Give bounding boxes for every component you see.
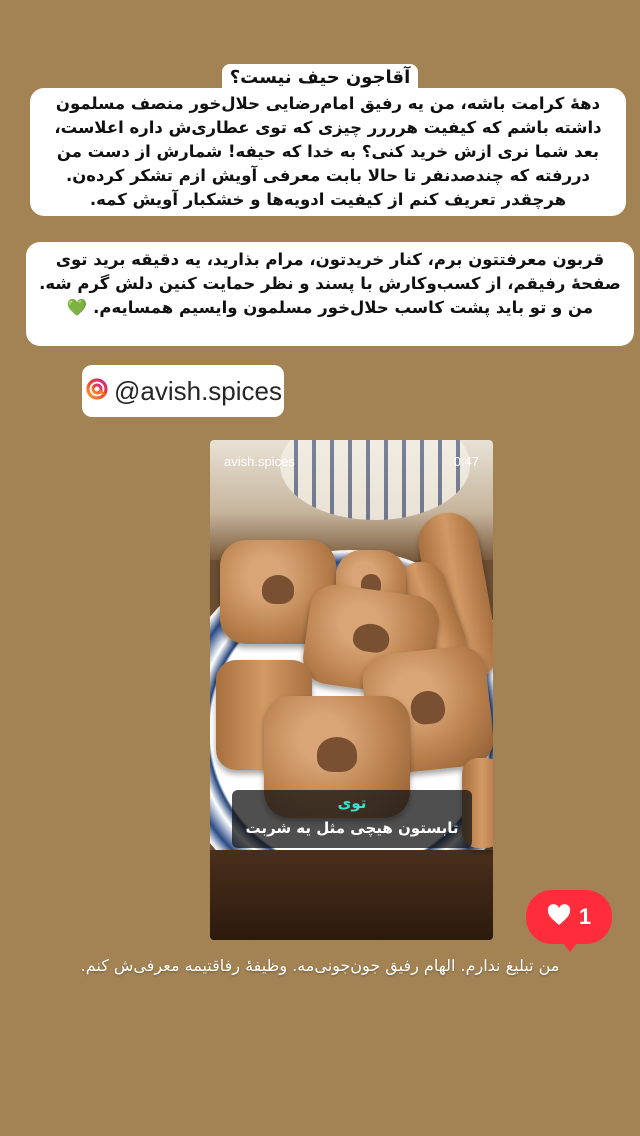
board-image xyxy=(210,850,493,940)
story-text-line: داشته باشم که کیفیت هرررر چیزی که توی عط… xyxy=(54,118,602,137)
mention-sticker[interactable]: @avish.spices xyxy=(82,365,284,417)
video-caption-line-1: توی xyxy=(337,794,367,812)
story-text-line: دررفته که چندصدنفر تا حالا بابت معرفی آو… xyxy=(65,166,591,185)
video-caption: توی تابستون هیچی مثل یه شربت xyxy=(232,790,472,848)
story-text-line: صفحۀ رفیقم، از کسب‌وکارش با پسند و نظر ح… xyxy=(39,274,621,293)
story-text-line: من و تو باید پشت کاسب حلال‌خور مسلمون وا… xyxy=(66,298,594,317)
threads-icon xyxy=(84,376,110,406)
video-duration: 0:47 xyxy=(453,454,479,469)
story-text-line: قربون معرفتتون برم، کنار خریدتون، مرام ب… xyxy=(55,250,605,269)
story-text-line: هرچقدر تعریف کنم از کیفیت ادویه‌ها و خشک… xyxy=(89,190,567,209)
like-count: 1 xyxy=(578,904,592,929)
story-text-block-1: دهۀ کرامت باشه، من یه رفیق امام‌رضایی حل… xyxy=(30,88,626,216)
reel-video-preview[interactable]: avish.spices 0:47 توی تابستون هیچی مثل ی… xyxy=(210,440,493,940)
story-text-line: دهۀ کرامت باشه، من یه رفیق امام‌رضایی حل… xyxy=(55,94,601,113)
story-text-block-2: قربون معرفتتون برم، کنار خریدتون، مرام ب… xyxy=(26,242,634,346)
video-caption-line-2: تابستون هیچی مثل یه شربت xyxy=(245,819,459,837)
footer-note: من تبلیغ ندارم. الهام رفیق جون‌جونی‌مه. … xyxy=(80,956,560,975)
like-counter-sticker[interactable]: 1 xyxy=(526,890,612,952)
story-text-line: بعد شما نری ازش خرید کنی؟ به خدا که حیفه… xyxy=(56,142,600,161)
heart-icon xyxy=(547,903,571,931)
mention-username: @avish.spices xyxy=(113,375,282,406)
video-username: avish.spices xyxy=(224,454,295,469)
